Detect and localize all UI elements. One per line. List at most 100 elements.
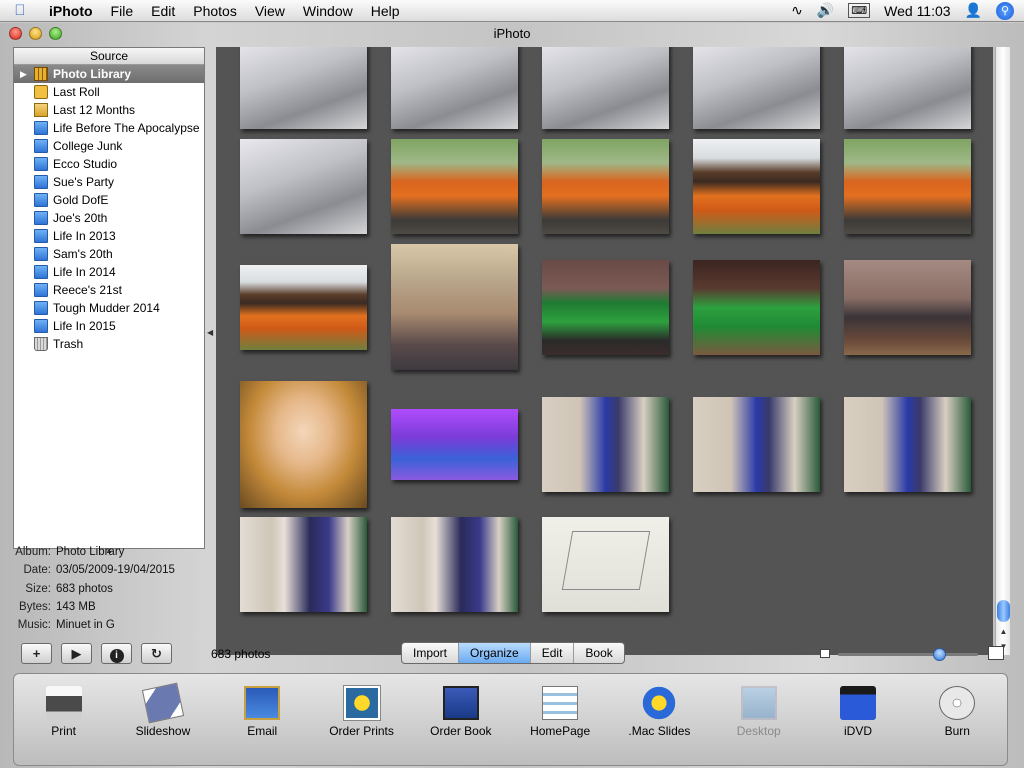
source-item-album[interactable]: Joe's 20th [14,209,204,227]
print-button[interactable]: Print [19,674,109,765]
menu-photos[interactable]: Photos [184,0,246,22]
info-music-value[interactable]: Minuet in G [56,616,115,634]
order-book-icon [442,686,479,720]
tool-label: Order Prints [329,724,394,738]
source-item-last-roll[interactable]: Last Roll [14,83,204,101]
photo-thumbnail[interactable] [391,47,518,129]
photo-thumbnail[interactable] [844,260,971,355]
photo-thumbnail[interactable] [542,47,669,129]
tool-label: Email [247,724,278,738]
source-item-album[interactable]: Life In 2013 [14,227,204,245]
rotate-button[interactable]: ↻ [141,643,172,664]
source-item-album[interactable]: Sue's Party [14,173,204,191]
mode-organize-button[interactable]: Organize [459,643,531,663]
photo-thumbnail[interactable] [542,397,669,492]
menu-clock[interactable]: Wed 11:03 [884,3,950,19]
source-item-album[interactable]: Life In 2014 [14,263,204,281]
slideshow-button[interactable]: Slideshow [118,674,208,765]
mac-slides-button[interactable]: .Mac Slides [614,674,704,765]
photo-thumbnail[interactable] [542,517,669,612]
menu-window[interactable]: Window [294,0,362,22]
source-item-album[interactable]: Gold DofE [14,191,204,209]
source-item-album[interactable]: Sam's 20th [14,245,204,263]
scrollbar-thumb[interactable] [997,600,1010,622]
photo-thumbnail[interactable] [693,47,820,129]
disclosure-triangle-icon[interactable]: ▶ [20,65,27,83]
source-item-album[interactable]: Tough Mudder 2014 [14,299,204,317]
source-item-trash[interactable]: Trash [14,335,204,353]
photo-thumbnail[interactable] [391,517,518,612]
zoom-window-button[interactable] [49,27,62,40]
photo-thumbnail[interactable] [391,139,518,234]
pane-splitter-handle[interactable]: ◀ [207,328,213,337]
photo-thumbnail[interactable] [240,517,367,612]
volume-icon[interactable]: 🔊 [817,2,834,19]
photo-thumbnail[interactable] [391,409,518,480]
email-button[interactable]: Email [217,674,307,765]
order-prints-icon [343,686,380,720]
photo-thumbnail[interactable] [240,381,367,508]
source-item-label: Sue's Party [53,175,114,189]
bluetooth-icon[interactable]: ∿ [791,2,803,19]
title-bar[interactable]: iPhoto [0,23,1024,44]
order-book-button[interactable]: Order Book [416,674,506,765]
photo-thumbnail[interactable] [542,260,669,355]
source-item-album[interactable]: Life Before The Apocalypse [14,119,204,137]
menu-help[interactable]: Help [362,0,409,22]
photo-library-icon [34,67,48,81]
spotlight-icon[interactable]: ⚲ [996,1,1014,20]
photo-thumbnail[interactable] [240,139,367,234]
source-item-album[interactable]: Ecco Studio [14,155,204,173]
add-album-button[interactable]: + [21,643,52,664]
source-item-last-12-months[interactable]: Last 12 Months [14,101,204,119]
apple-icon[interactable]:  [0,2,40,19]
thumbnail-size-slider[interactable] [820,646,1004,662]
album-icon [34,157,48,171]
menu-view[interactable]: View [246,0,294,22]
source-item-label: Last Roll [53,85,100,99]
menu-file[interactable]: File [102,0,143,22]
photo-thumbnail[interactable] [693,139,820,234]
info-bytes-value: 143 MB [56,600,96,613]
album-icon [34,211,48,225]
photo-thumbnail[interactable] [693,260,820,355]
photo-thumbnail[interactable] [693,397,820,492]
tool-label: Print [51,724,76,738]
menu-app-name[interactable]: iPhoto [40,0,102,22]
burn-button[interactable]: Burn [912,674,1002,765]
rotate-icon: ↻ [151,646,162,661]
photo-grid[interactable] [216,47,993,655]
source-item-album[interactable]: Reece's 21st [14,281,204,299]
vertical-scrollbar[interactable]: ▲ ▼ [995,47,1010,655]
source-item-album[interactable]: College Junk [14,137,204,155]
photo-thumbnail[interactable] [542,139,669,234]
idvd-button[interactable]: iDVD [813,674,903,765]
photo-thumbnail[interactable] [240,265,367,350]
keyboard-layout-icon[interactable]: ⌨ [848,3,871,18]
play-slideshow-button[interactable]: ▶ [61,643,92,664]
photo-thumbnail[interactable] [240,47,367,129]
scroll-up-arrow-icon[interactable]: ▲ [996,624,1011,639]
burn-disc-icon [939,686,976,720]
mode-edit-button[interactable]: Edit [531,643,575,663]
menu-edit[interactable]: Edit [142,0,184,22]
photo-thumbnail[interactable] [391,244,518,370]
source-item-photo-library[interactable]: ▶ Photo Library [14,65,204,83]
desktop-icon [740,686,777,720]
user-icon[interactable]: 👤 [965,2,982,19]
share-toolbar: Print Slideshow Email Order Prints Order… [13,673,1008,766]
info-size-label: Size: [25,582,51,595]
minimize-window-button[interactable] [29,27,42,40]
mode-book-button[interactable]: Book [574,643,623,663]
info-button[interactable]: i [101,643,132,664]
slider-track[interactable] [838,653,978,656]
order-prints-button[interactable]: Order Prints [317,674,407,765]
photo-thumbnail[interactable] [844,139,971,234]
photo-thumbnail[interactable] [844,47,971,129]
slider-knob[interactable] [932,648,946,661]
mode-import-button[interactable]: Import [402,643,460,663]
close-window-button[interactable] [9,27,22,40]
photo-thumbnail[interactable] [844,397,971,492]
source-item-album[interactable]: Life In 2015 [14,317,204,335]
homepage-button[interactable]: HomePage [515,674,605,765]
